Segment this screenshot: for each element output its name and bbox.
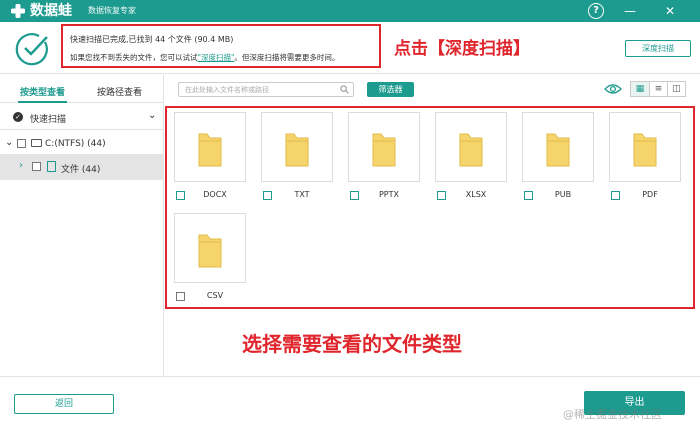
- search-icon[interactable]: [340, 85, 349, 94]
- annotation-click-deep-scan: 点击【深度扫描】: [394, 39, 530, 59]
- drive-label: C:(NTFS) (44): [45, 139, 106, 149]
- check-dot-icon: ✓: [13, 112, 23, 122]
- chevron-down-icon[interactable]: ⌄: [5, 137, 13, 148]
- title-bar: 数据蛙 数据恢复专家 ? — ✕: [0, 0, 700, 22]
- folder-checkbox[interactable]: [32, 162, 41, 171]
- file-type-label: DOCX: [203, 190, 227, 199]
- close-icon[interactable]: ✕: [662, 3, 678, 19]
- eye-icon[interactable]: [604, 82, 622, 96]
- sidebar: 按类型查看 按路径查看 ✓ 快速扫描 ⌄ ⌄ C:(NTFS) (44) › 文…: [0, 75, 164, 376]
- app-logo-icon: [11, 4, 25, 18]
- file-type-label: XLSX: [465, 190, 487, 199]
- search-input[interactable]: 在此处输入文件名称或路径: [178, 82, 354, 97]
- bottom-bar: 返回 导出 @稀土掘金技术社区: [0, 376, 700, 427]
- deep-scan-hint: 如果您找不到丢失的文件，您可以试试"深度扫描"。但深度扫描将需要更多时间。: [70, 52, 339, 63]
- file-type-label: PDF: [642, 190, 658, 199]
- folder-thumbnail[interactable]: [609, 112, 681, 182]
- folder-thumbnail[interactable]: [348, 112, 420, 182]
- watermark: @稀土掘金技术社区: [563, 408, 662, 421]
- detail-view-icon[interactable]: ◫: [667, 82, 685, 96]
- folder-icon: [459, 133, 483, 167]
- file-type-label: PPTX: [378, 190, 399, 199]
- folder-icon: [285, 133, 309, 167]
- tab-by-path[interactable]: 按路径查看: [97, 85, 142, 98]
- tab-by-type[interactable]: 按类型查看: [17, 85, 68, 103]
- folder-thumbnail[interactable]: [174, 213, 246, 283]
- drive-checkbox[interactable]: [17, 139, 26, 148]
- scan-result-box: 快速扫描已完成,已找到 44 个文件 (90.4 MB) 如果您找不到丢失的文件…: [61, 24, 381, 68]
- folder-icon: [198, 133, 222, 167]
- hint-text-after: 。但深度扫描将需要更多时间。: [234, 53, 340, 62]
- scan-result-text: 快速扫描已完成,已找到 44 个文件 (90.4 MB): [70, 35, 234, 44]
- minimize-icon[interactable]: —: [622, 3, 638, 19]
- folder-thumbnail[interactable]: [435, 112, 507, 182]
- chevron-right-icon[interactable]: ›: [19, 160, 23, 171]
- chevron-down-icon[interactable]: ⌄: [148, 110, 156, 121]
- app-subtitle: 数据恢复专家: [88, 6, 136, 15]
- tree-item-folder[interactable]: › 文件 (44): [0, 154, 164, 180]
- folder-icon: [546, 133, 570, 167]
- drive-icon: [31, 139, 42, 147]
- folder-label: 文件 (44): [61, 165, 101, 175]
- quick-scan-label: 快速扫描: [30, 115, 67, 125]
- file-type-grid: DOCX TXT PPTX XLSX PUB PDF CSV: [165, 106, 695, 309]
- app-name: 数据蛙: [30, 3, 72, 19]
- view-tabs: 按类型查看 按路径查看: [0, 75, 164, 103]
- deep-scan-link[interactable]: "深度扫描": [198, 53, 235, 62]
- hint-text-before: 如果您找不到丢失的文件，您可以试试: [70, 53, 198, 62]
- folder-icon: [633, 133, 657, 167]
- help-icon[interactable]: ?: [588, 3, 604, 19]
- filter-button[interactable]: 筛选器: [367, 82, 414, 97]
- search-placeholder: 在此处输入文件名称或路径: [185, 86, 269, 94]
- view-mode-switch: ▦ ≡ ◫: [630, 81, 686, 97]
- back-button[interactable]: 返回: [14, 394, 114, 414]
- folder-thumbnail[interactable]: [174, 112, 246, 182]
- annotation-select-file-type: 选择需要查看的文件类型: [242, 332, 462, 356]
- grid-view-icon[interactable]: ▦: [631, 82, 649, 96]
- file-type-label: CSV: [206, 291, 224, 300]
- list-view-icon[interactable]: ≡: [649, 82, 667, 96]
- folder-icon: [372, 133, 396, 167]
- tree-item-quick-scan[interactable]: ✓ 快速扫描 ⌄: [0, 104, 164, 130]
- folder-thumbnail[interactable]: [261, 112, 333, 182]
- folder-thumbnail[interactable]: [522, 112, 594, 182]
- folder-icon: [198, 234, 222, 268]
- file-type-label: PUB: [554, 190, 572, 199]
- deep-scan-button[interactable]: 深度扫描: [625, 40, 691, 57]
- file-icon: [47, 161, 56, 172]
- file-type-label: TXT: [294, 190, 310, 199]
- scan-status-header: 快速扫描已完成,已找到 44 个文件 (90.4 MB) 如果您找不到丢失的文件…: [0, 22, 700, 74]
- scan-complete-icon: [15, 33, 48, 66]
